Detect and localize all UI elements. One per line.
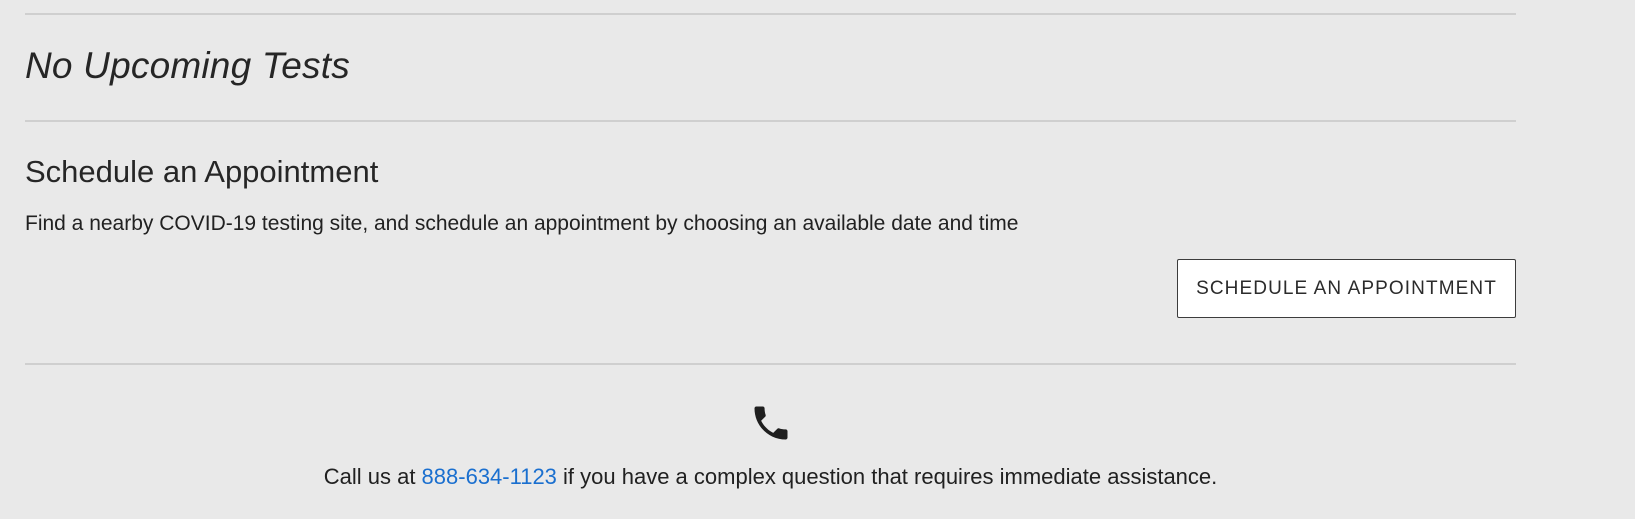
contact-suffix: if you have a complex question that requ… [556,464,1218,489]
main-content: No Upcoming Tests Schedule an Appointmen… [25,0,1516,519]
schedule-heading: Schedule an Appointment [25,154,379,189]
divider [25,13,1516,15]
phone-link[interactable]: 888-634-1123 [422,464,557,489]
contact-prefix: Call us at [323,464,422,489]
schedule-description: Find a nearby COVID-19 testing site, and… [25,212,1019,235]
no-upcoming-tests-text: No Upcoming Tests [25,45,350,86]
schedule-appointment-button[interactable]: SCHEDULE AN APPOINTMENT [1177,259,1516,318]
divider [25,120,1516,122]
divider [25,363,1516,365]
contact-line: Call us at 888-634-1123 if you have a co… [25,463,1516,491]
phone-icon [754,406,788,440]
